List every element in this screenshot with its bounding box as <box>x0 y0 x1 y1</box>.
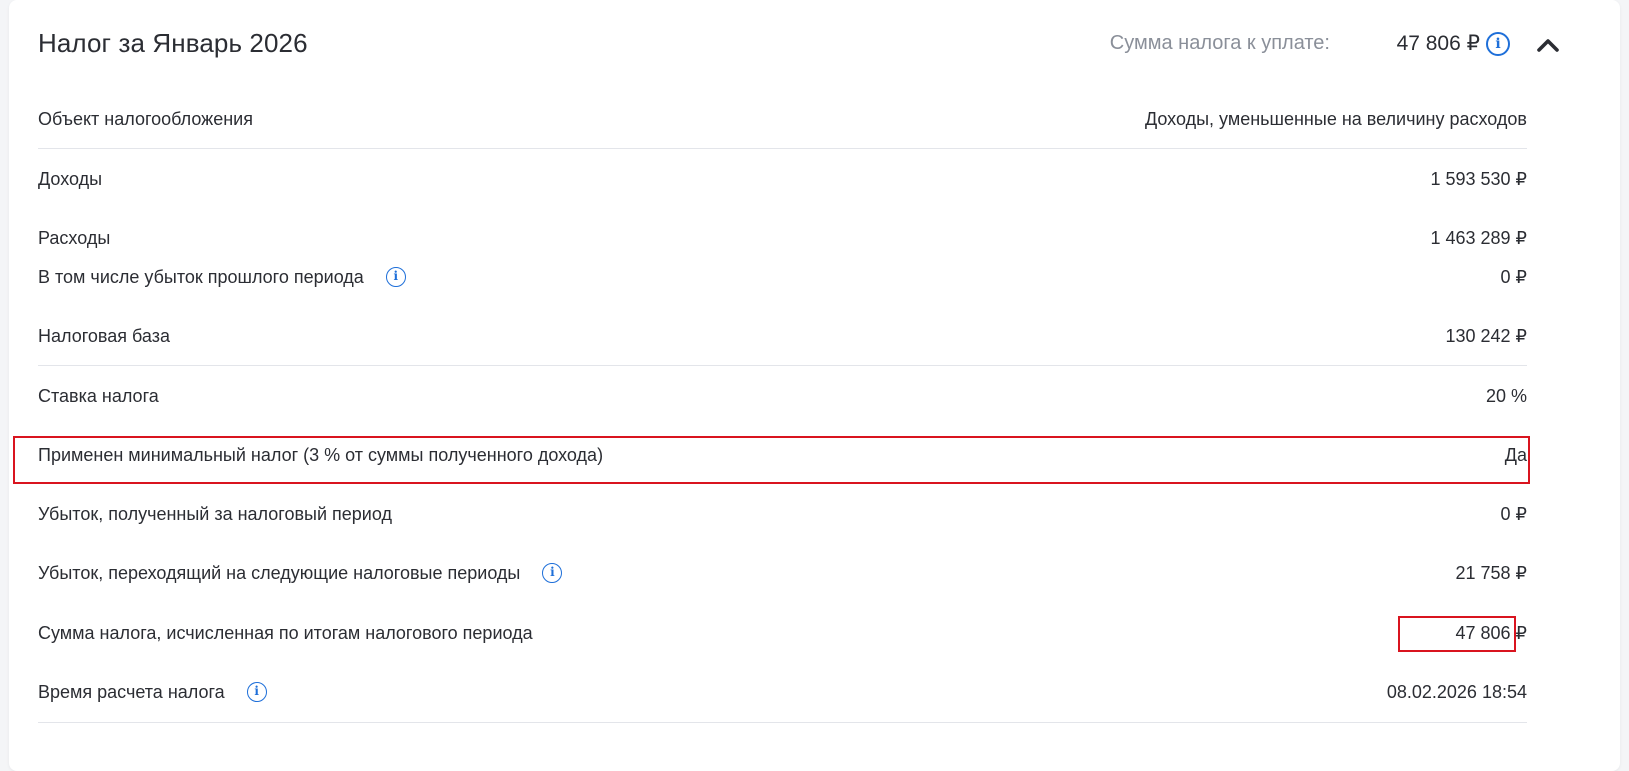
list-item-period-loss: Убыток, полученный за налоговый период 0… <box>38 491 1527 537</box>
page-title: Налог за Январь 2026 <box>38 28 308 58</box>
divider <box>38 148 1527 149</box>
info-icon[interactable]: i <box>1486 32 1510 56</box>
row-value: 20 % <box>1485 385 1527 406</box>
row-label: Сумма налога, исчисленная по итогам нало… <box>38 622 533 643</box>
list-item-tax-rate: Ставка налога 20 % <box>38 373 1527 419</box>
info-icon[interactable]: i <box>542 563 563 583</box>
divider <box>38 365 1527 366</box>
row-label: Ставка налога <box>38 385 159 406</box>
tax-card: Налог за Январь 2026 Сумма налога к упла… <box>9 0 1620 771</box>
chevron-up-icon[interactable] <box>1533 30 1563 60</box>
row-label-wrap: Время расчета налога i <box>38 682 267 703</box>
row-value: 0 ₽ <box>1500 266 1527 287</box>
row-value: 0 ₽ <box>1500 503 1527 524</box>
highlight-box-minimum-tax <box>13 436 1530 484</box>
row-label: Убыток, переходящий на следующие налогов… <box>38 562 521 583</box>
info-icon[interactable]: i <box>385 267 406 287</box>
list-item-tax-base: Налоговая база 130 242 ₽ <box>38 313 1527 359</box>
row-label: Объект налогообложения <box>38 108 253 129</box>
row-value: 1 463 289 ₽ <box>1430 227 1527 248</box>
row-label: Время расчета налога <box>38 681 225 702</box>
row-value: 130 242 ₽ <box>1445 325 1527 346</box>
row-label: Налоговая база <box>38 325 170 346</box>
row-value: 08.02.2026 18:54 <box>1386 681 1527 702</box>
info-icon[interactable]: i <box>246 682 267 702</box>
list-item-previous-loss: В том числе убыток прошлого периода i 0 … <box>38 254 1527 300</box>
list-item-tax-object: Объект налогообложения Доходы, уменьшенн… <box>38 96 1527 142</box>
tax-due-label: Сумма налога к уплате: <box>1109 32 1330 54</box>
divider <box>38 722 1527 723</box>
row-label-wrap: В том числе убыток прошлого периода i <box>38 267 406 288</box>
tax-card-header: Налог за Январь 2026 Сумма налога к упла… <box>9 0 1620 90</box>
list-item-carryover-loss: Убыток, переходящий на следующие налогов… <box>38 550 1527 596</box>
row-label: Доходы <box>38 168 103 189</box>
row-label: В том числе убыток прошлого периода <box>38 266 364 287</box>
list-item-computed-tax: Сумма налога, исчисленная по итогам нало… <box>38 610 1527 656</box>
list-item-income: Доходы 1 593 530 ₽ <box>38 156 1527 202</box>
tax-due-value: 47 806 ₽ <box>1396 32 1480 55</box>
row-label-wrap: Убыток, переходящий на следующие налогов… <box>38 562 563 584</box>
list-item-calculation-time: Время расчета налога i 08.02.2026 18:54 <box>38 669 1527 715</box>
row-label: Расходы <box>38 227 111 248</box>
highlight-box-computed-tax <box>1398 616 1516 652</box>
row-label: Убыток, полученный за налоговый период <box>38 503 392 524</box>
row-value: Доходы, уменьшенные на величину расходов <box>1144 108 1527 129</box>
row-value: 1 593 530 ₽ <box>1430 168 1527 189</box>
row-value: 21 758 ₽ <box>1455 562 1527 583</box>
